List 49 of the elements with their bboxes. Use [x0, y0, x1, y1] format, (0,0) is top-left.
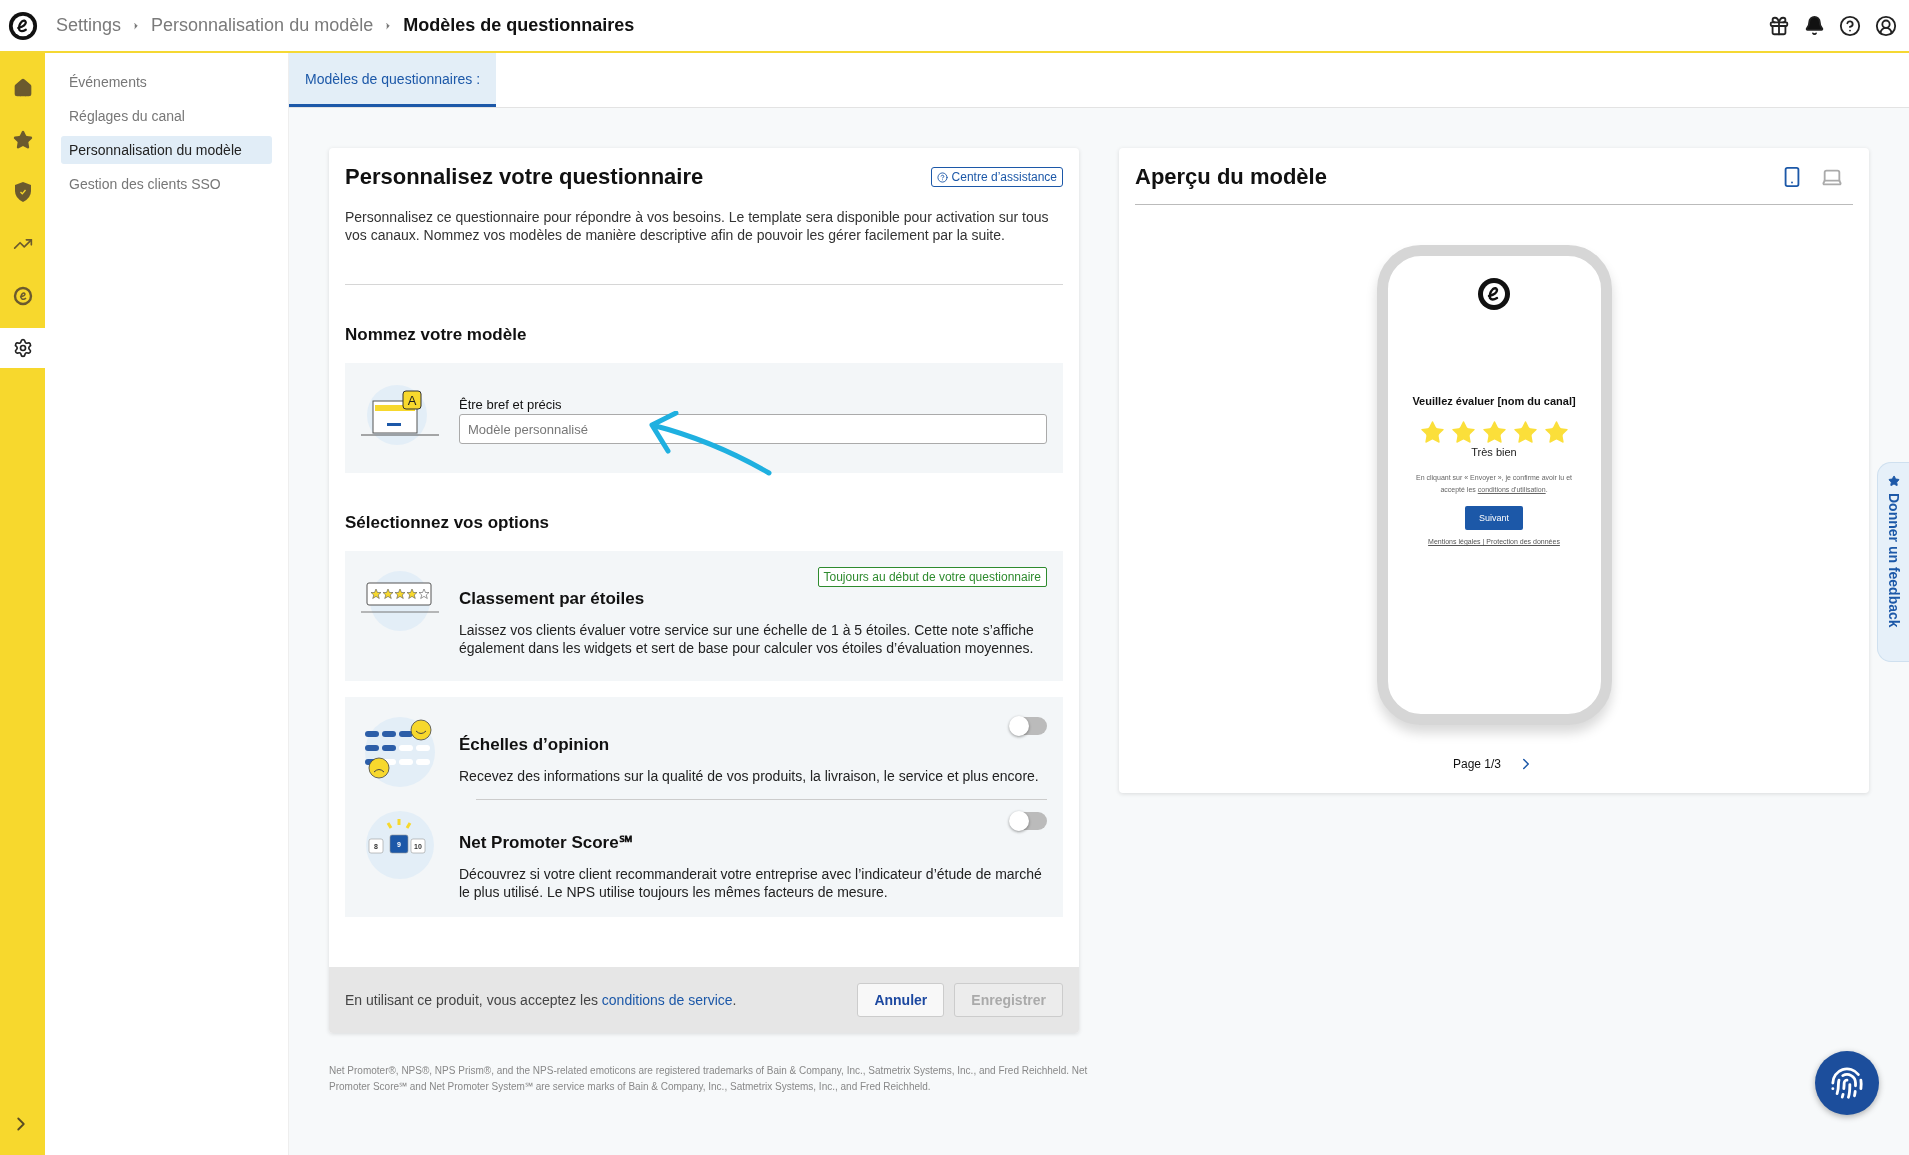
- intro-text: Personnalisez ce questionnaire pour répondre à vos besoins. Le template sera disponible pour activation sur tous vos canaux. Nommez vos modèles de manière descriptive afin de pouvoir les gérer facilement par la suite.: [345, 208, 1050, 244]
- brand-logo[interactable]: [8, 10, 38, 41]
- rating-label: Très bien: [1471, 446, 1517, 458]
- brand-logo: [1478, 278, 1510, 310]
- option-toggle[interactable]: [1011, 717, 1047, 735]
- cancel-button[interactable]: Annuler: [857, 983, 945, 1017]
- option-title: Net Promoter Score℠: [459, 832, 633, 853]
- terms-text: En utilisant ce produit, vous acceptez les conditions de service.: [345, 992, 738, 1008]
- survey-question: Veuillez évaluer [nom du canal]: [1412, 395, 1576, 407]
- section-heading: Nommez votre modèle: [345, 325, 528, 345]
- star-icon: [1542, 419, 1570, 446]
- sidebar-item[interactable]: Gestion des clients SSO: [61, 170, 272, 198]
- position-badge: Toujours au début de votre questionnaire: [817, 567, 1047, 587]
- page-indicator: Page 1/3: [1452, 757, 1501, 771]
- sidebar-item[interactable]: Événements: [61, 68, 272, 96]
- terms-link[interactable]: conditions de service: [601, 992, 733, 1008]
- help-icon[interactable]: [1839, 14, 1861, 37]
- option-description: Recevez des informations sur la qualité de vos produits, la livraison, le service et plus encore.: [459, 767, 1040, 785]
- tab[interactable]: Modèles de questionnaires :: [289, 53, 497, 107]
- settings-icon[interactable]: [0, 328, 45, 368]
- next-button[interactable]: Suivant: [1465, 506, 1523, 530]
- star-icon: [1511, 419, 1539, 446]
- option-title: Échelles d’opinion: [459, 735, 610, 755]
- star-icon: [1418, 419, 1446, 446]
- breadcrumb-link[interactable]: Settings: [56, 15, 122, 36]
- card-title: Aperçu du modèle: [1135, 164, 1327, 190]
- legal-notice: Net Promoter®, NPS®, NPS Prism®, and the NPS-related emoticons are registered trademarks of Bain & Company, Inc., Satmetrix Systems, Inc., and Fred Reichheld. Net Promoter Score℠ and Net Promoter System℠ are service marks of Bain & Company, Inc., Satmetrix Systems, Inc., and Fred Reichheld.: [329, 1064, 1089, 1094]
- section-heading: Sélectionnez vos options: [345, 513, 551, 533]
- field-label: Être bref et précis: [459, 397, 563, 412]
- user-icon[interactable]: [1875, 14, 1897, 37]
- star-icon: [1449, 419, 1477, 446]
- breadcrumb-link[interactable]: Personnalisation du modèle: [151, 15, 374, 36]
- template-name-field[interactable]: Modèle personnalisé: [459, 414, 1047, 444]
- star-icon: [1480, 419, 1508, 446]
- option-description: Découvrez si votre client recommanderait votre entreprise avec l’indicateur d’étude de marché le plus utilisé. Le NPS utilise toujours les mêmes facteurs de mesure.: [459, 865, 1043, 901]
- card-title: Personnalisez votre questionnaire: [345, 164, 704, 190]
- feedback-tab[interactable]: Donner un feedback: [1877, 462, 1909, 662]
- bell-icon[interactable]: [1804, 15, 1825, 36]
- fingerprint-icon: [1830, 1066, 1864, 1100]
- option-description: Laissez vos clients évaluer votre service sur une échelle de 1 à 5 étoiles. Cette note s’affiche également dans les widgets et sert de base pour calculer vos étoiles d’évaluation moyennes.: [459, 621, 1035, 657]
- help-center-link[interactable]: Centre d’assistance: [930, 167, 1063, 187]
- sidebar-item[interactable]: Réglages du canal: [61, 102, 272, 130]
- option-toggle[interactable]: [1011, 812, 1047, 830]
- gift-icon[interactable]: [1768, 14, 1790, 37]
- star-icon: [1887, 475, 1900, 487]
- help-icon: [936, 171, 948, 183]
- option-title: Classement par étoiles: [459, 589, 645, 609]
- breadcrumb-link[interactable]: Modèles de questionnaires: [403, 15, 635, 36]
- sidebar-item[interactable]: Personnalisation du modèle: [61, 136, 272, 164]
